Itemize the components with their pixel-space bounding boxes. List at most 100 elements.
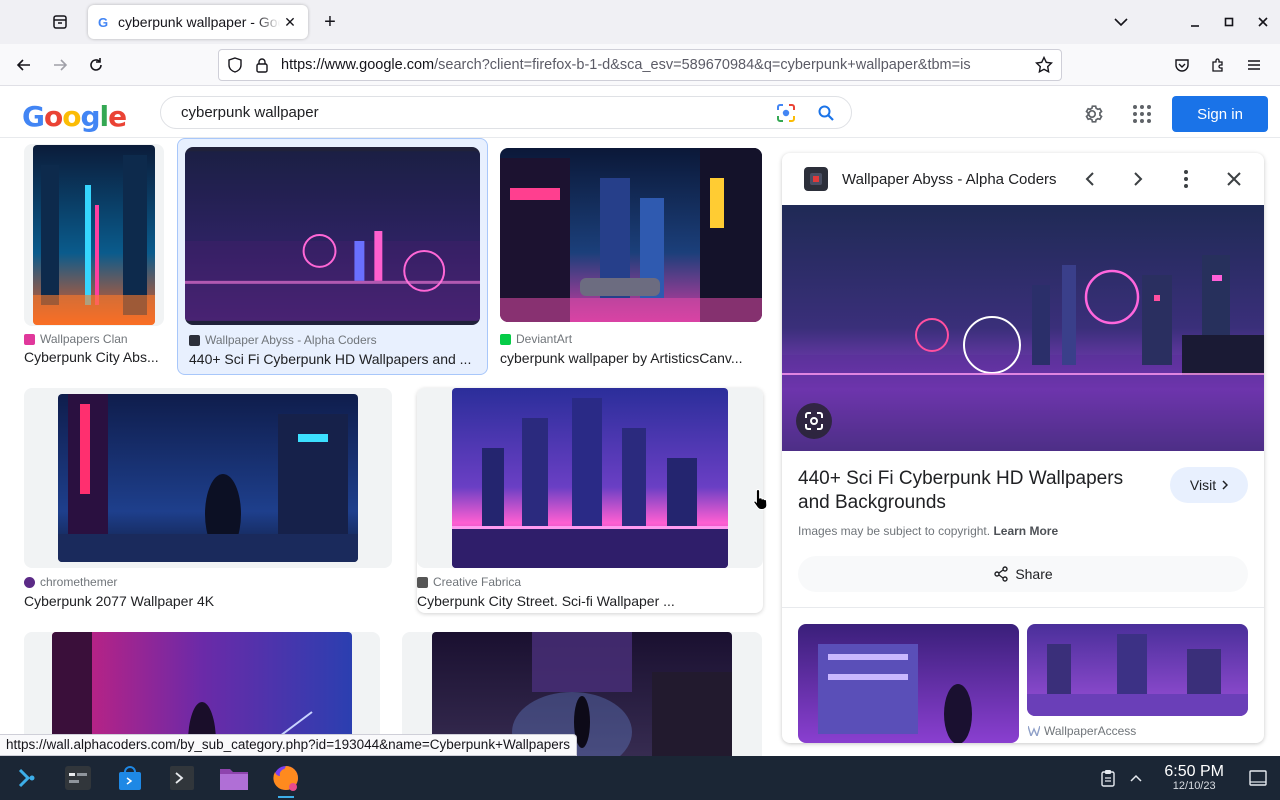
image-results-grid: Wallpapers Clan Cyberpunk City Abs... Wa… [0, 138, 780, 756]
result-caption[interactable]: Cyberpunk City Street. Sci-fi Wallpaper … [417, 593, 757, 609]
image-result[interactable]: chromethemer Cyberpunk 2077 Wallpaper 4K [24, 388, 392, 613]
result-caption[interactable]: cyberpunk wallpaper by ArtisticsCanv... [500, 350, 762, 366]
image-result-selected[interactable]: Wallpaper Abyss - Alpha Coders 440+ Sci … [177, 138, 488, 375]
taskbar-app-firefox[interactable] [264, 756, 308, 800]
chevron-left-icon [1085, 172, 1094, 186]
back-arrow-icon [16, 58, 30, 71]
google-doodle-logo[interactable]: Google [22, 100, 127, 133]
result-thumbnail[interactable] [452, 388, 728, 568]
shield-icon[interactable] [227, 57, 243, 73]
result-caption[interactable]: 440+ Sci Fi Cyberpunk HD Wallpapers and … [189, 351, 479, 367]
app-menu-button[interactable] [1236, 49, 1272, 81]
show-desktop-icon[interactable] [1244, 756, 1272, 800]
settings-gear-icon[interactable] [1072, 94, 1112, 134]
maximize-button[interactable] [1212, 5, 1246, 39]
puzzle-piece-icon [1212, 58, 1223, 72]
wallpaperaccess-favicon-icon [1028, 726, 1040, 736]
google-header: Google Sign in [0, 86, 1280, 138]
source-favicon-icon [24, 576, 35, 588]
lens-icon [805, 412, 823, 430]
tab-bar: G cyberpunk wallpaper - Google Search ✕ … [0, 0, 1280, 44]
lock-icon[interactable] [255, 57, 269, 73]
visit-button[interactable]: Visit [1170, 467, 1248, 503]
firefox-view-button[interactable] [40, 4, 80, 40]
firefox-view-icon [53, 15, 67, 29]
terminal-icon [170, 766, 194, 790]
tab-close-icon[interactable]: ✕ [280, 12, 300, 32]
system-tray-expand-chevron-icon[interactable] [1122, 756, 1150, 800]
copyright-notice: Images may be subject to copyright. Lear… [798, 524, 1059, 538]
back-button[interactable] [6, 49, 42, 81]
share-icon [994, 566, 1009, 582]
reload-button[interactable] [78, 49, 114, 81]
result-caption[interactable]: Cyberpunk City Abs... [24, 349, 164, 365]
taskbar-app-discover[interactable] [108, 756, 152, 800]
system-settings-icon [65, 766, 91, 790]
result-thumbnail[interactable] [33, 145, 155, 325]
source-favicon-icon [500, 333, 511, 345]
reload-icon [90, 57, 102, 71]
list-all-tabs-chevron-icon[interactable] [1104, 5, 1138, 39]
related-thumbnail [1027, 624, 1248, 716]
launcher-icon [18, 768, 35, 788]
preview-title[interactable]: 440+ Sci Fi Cyberpunk HD Wallpapers and … [798, 467, 1158, 515]
more-vert-icon [1184, 170, 1188, 188]
result-thumbnail[interactable] [58, 394, 358, 562]
source-favicon-icon [189, 334, 200, 346]
related-image[interactable] [798, 624, 1019, 743]
forward-arrow-icon [54, 58, 68, 71]
google-favicon-icon: G [97, 14, 109, 30]
clock-date: 12/10/23 [1172, 780, 1216, 792]
hand-cursor-icon [753, 488, 768, 510]
previous-result-button[interactable] [1066, 159, 1114, 199]
image-result[interactable]: DeviantArt cyberpunk wallpaper by Artist… [500, 148, 762, 374]
image-result[interactable]: Creative Fabrica Cyberpunk City Street. … [417, 388, 763, 613]
panel-site-name[interactable]: Wallpaper Abyss - Alpha Coders [842, 171, 1066, 188]
application-launcher-button[interactable] [4, 756, 48, 800]
lens-camera-icon[interactable] [771, 98, 801, 128]
chevron-right-icon [1222, 480, 1229, 490]
search-icon[interactable] [811, 98, 841, 128]
extensions-button[interactable] [1200, 49, 1236, 81]
related-image[interactable] [1027, 624, 1248, 716]
source-favicon-icon [417, 576, 428, 588]
result-thumbnail[interactable] [185, 151, 480, 321]
taskbar-app-terminal-settings[interactable] [56, 756, 100, 800]
clipboard-icon[interactable] [1094, 756, 1122, 800]
tab-google-search[interactable]: G cyberpunk wallpaper - Google Search ✕ [88, 5, 308, 39]
new-tab-button[interactable]: + [318, 10, 342, 34]
url-text[interactable]: https://www.google.com/search?client=fir… [281, 57, 1035, 73]
next-result-button[interactable] [1114, 159, 1162, 199]
navigation-toolbar: https://www.google.com/search?client=fir… [0, 44, 1280, 86]
taskbar-app-dolphin[interactable] [212, 756, 256, 800]
result-caption[interactable]: Cyberpunk 2077 Wallpaper 4K [24, 593, 384, 609]
close-panel-button[interactable] [1210, 159, 1258, 199]
learn-more-link[interactable]: Learn More [993, 524, 1058, 538]
shopping-bag-icon [119, 766, 141, 790]
bookmark-star-icon[interactable] [1035, 56, 1053, 74]
pocket-button[interactable] [1164, 49, 1200, 81]
more-options-button[interactable] [1162, 159, 1210, 199]
digital-clock[interactable]: 6:50 PM 12/10/23 [1164, 763, 1224, 793]
google-apps-grid-icon[interactable] [1122, 94, 1162, 134]
related-thumbnail [798, 624, 1019, 743]
forward-button[interactable] [42, 49, 78, 81]
result-thumbnail[interactable] [500, 148, 762, 322]
share-button[interactable]: Share [798, 556, 1248, 592]
url-bar[interactable]: https://www.google.com/search?client=fir… [218, 49, 1062, 81]
google-lens-button[interactable] [796, 403, 832, 439]
taskbar-app-konsole[interactable] [160, 756, 204, 800]
sign-in-button[interactable]: Sign in [1172, 96, 1268, 132]
preview-image[interactable] [782, 205, 1264, 451]
minimize-button[interactable] [1178, 5, 1212, 39]
tab-title: cyberpunk wallpaper - Google Search [118, 14, 280, 30]
image-result[interactable]: Wallpapers Clan Cyberpunk City Abs... [24, 144, 164, 374]
pocket-icon [1175, 59, 1189, 72]
search-input[interactable] [181, 104, 761, 121]
close-window-button[interactable] [1246, 5, 1280, 39]
site-favicon-icon [804, 167, 828, 191]
close-icon [1227, 172, 1241, 186]
source-favicon-icon [24, 333, 35, 345]
chevron-right-icon [1134, 172, 1143, 186]
hamburger-menu-icon [1248, 60, 1260, 70]
